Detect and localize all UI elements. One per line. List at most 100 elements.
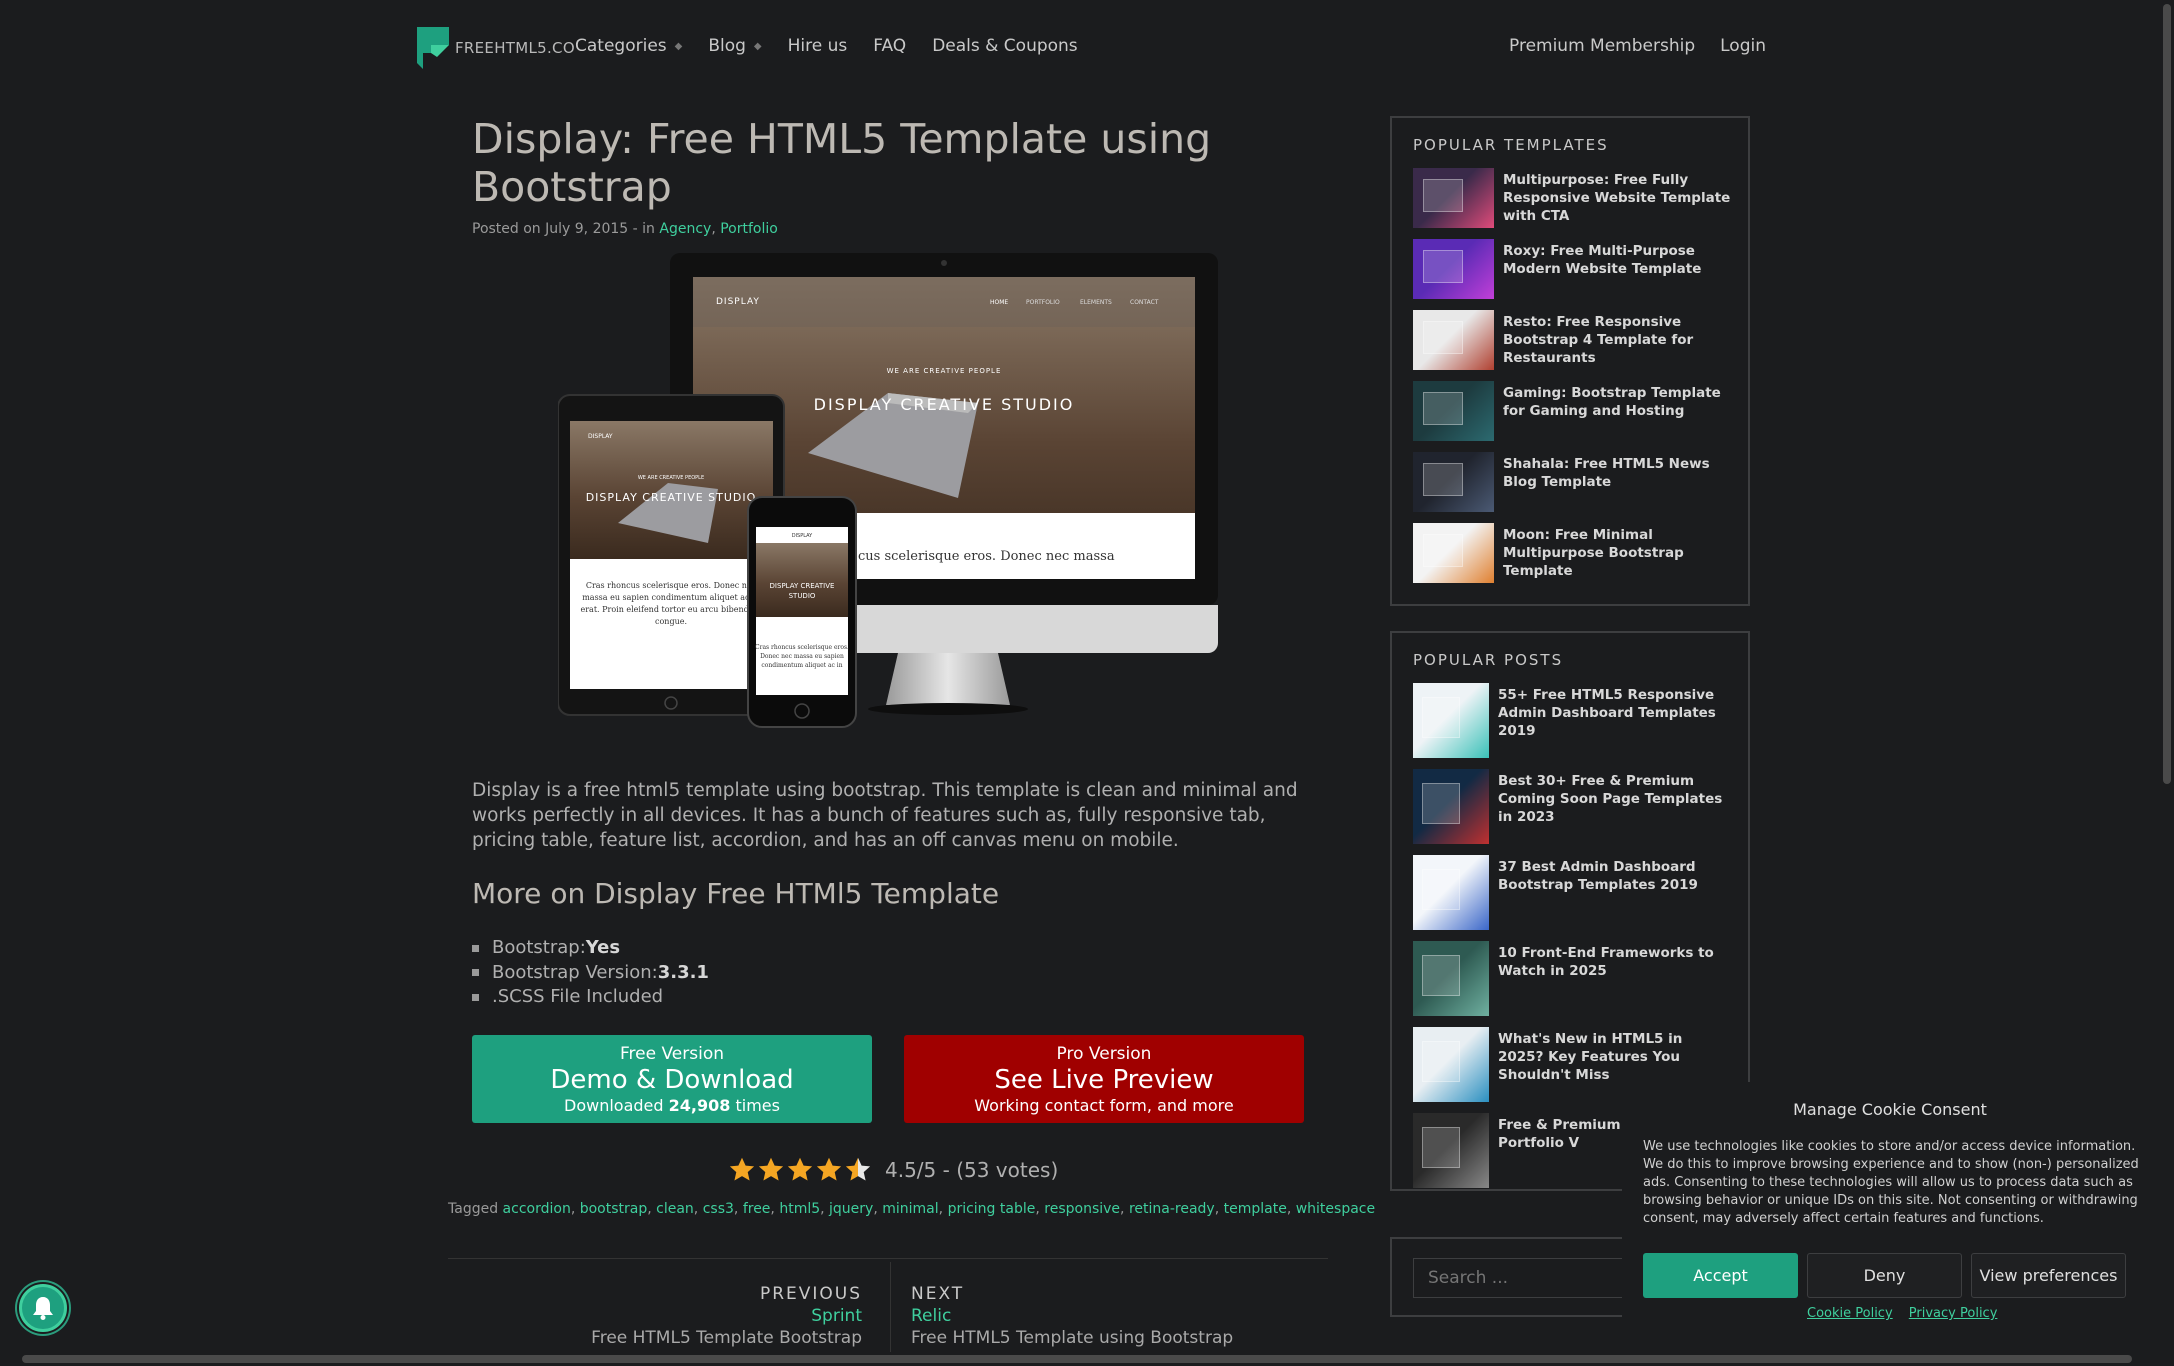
nav-blog[interactable]: Blog ◆ bbox=[708, 36, 761, 56]
star-icon[interactable] bbox=[814, 1156, 844, 1184]
item-title[interactable]: 37 Best Admin Dashboard Bootstrap Templa… bbox=[1498, 858, 1726, 930]
divider bbox=[448, 1258, 1328, 1259]
svg-text:PORTFOLIO: PORTFOLIO bbox=[1026, 299, 1060, 306]
download-count: Downloaded 24,908 times bbox=[564, 1096, 780, 1115]
thumbnail-image[interactable] bbox=[1413, 523, 1494, 583]
site-logo[interactable]: FREEHTML5.CO bbox=[417, 27, 575, 69]
thumbnail-image[interactable] bbox=[1413, 769, 1489, 844]
privacy-policy-link[interactable]: Privacy Policy bbox=[1909, 1306, 1998, 1321]
horizontal-scrollbar[interactable] bbox=[0, 1352, 2160, 1366]
button-caption: Pro Version bbox=[1056, 1044, 1152, 1064]
post-meta: Posted on July 9, 2015 - in Agency, Port… bbox=[472, 221, 1312, 237]
list-item[interactable]: Gaming: Bootstrap Template for Gaming an… bbox=[1413, 381, 1731, 441]
list-item[interactable]: 55+ Free HTML5 Responsive Admin Dashboar… bbox=[1413, 683, 1726, 758]
next-post[interactable]: NEXT Relic Free HTML5 Template using Boo… bbox=[911, 1284, 1233, 1348]
list-item[interactable]: 10 Front-End Frameworks to Watch in 2025 bbox=[1413, 941, 1726, 1016]
tag-link[interactable]: template bbox=[1224, 1201, 1287, 1217]
star-rating: 4.5/5 - (53 votes) bbox=[727, 1156, 1058, 1184]
list-item: Bootstrap Version: 3.3.1 bbox=[472, 961, 709, 986]
article-header: Display: Free HTML5 Template using Boots… bbox=[472, 115, 1312, 237]
thumbnail-image[interactable] bbox=[1413, 168, 1494, 228]
tag-link[interactable]: minimal bbox=[882, 1201, 938, 1217]
hero-brand: DISPLAY bbox=[716, 297, 760, 307]
list-item[interactable]: Shahala: Free HTML5 News Blog Template bbox=[1413, 452, 1731, 512]
popular-templates-widget: POPULAR TEMPLATES Multipurpose: Free Ful… bbox=[1390, 116, 1750, 606]
tag-link[interactable]: html5 bbox=[779, 1201, 820, 1217]
vertical-scrollbar[interactable] bbox=[2160, 0, 2174, 1366]
thumbnail-image[interactable] bbox=[1413, 941, 1489, 1016]
svg-text:WE ARE CREATIVE PEOPLE: WE ARE CREATIVE PEOPLE bbox=[638, 475, 704, 481]
item-title[interactable]: Gaming: Bootstrap Template for Gaming an… bbox=[1503, 384, 1731, 441]
deny-button[interactable]: Deny bbox=[1807, 1253, 1962, 1298]
tag-link[interactable]: free bbox=[743, 1201, 771, 1217]
tag-link[interactable]: retina-ready bbox=[1129, 1201, 1215, 1217]
category-link-agency[interactable]: Agency bbox=[659, 221, 711, 237]
item-title[interactable]: Moon: Free Minimal Multipurpose Bootstra… bbox=[1503, 526, 1731, 583]
tag-link[interactable]: whitespace bbox=[1296, 1201, 1375, 1217]
thumbnail-image[interactable] bbox=[1413, 855, 1489, 930]
nav-categories[interactable]: Categories ◆ bbox=[575, 36, 682, 56]
list-item[interactable]: 37 Best Admin Dashboard Bootstrap Templa… bbox=[1413, 855, 1726, 930]
nav-faq[interactable]: FAQ bbox=[873, 36, 906, 56]
post-nav-separator bbox=[890, 1262, 891, 1362]
list-item[interactable]: Roxy: Free Multi-Purpose Modern Website … bbox=[1413, 239, 1731, 299]
list-item[interactable]: Moon: Free Minimal Multipurpose Bootstra… bbox=[1413, 523, 1731, 583]
thumbnail-image[interactable] bbox=[1413, 452, 1494, 512]
scrollbar-thumb[interactable] bbox=[2163, 4, 2171, 784]
button-label: Demo & Download bbox=[550, 1065, 794, 1095]
item-title[interactable]: 10 Front-End Frameworks to Watch in 2025 bbox=[1498, 944, 1726, 1016]
nav-deals[interactable]: Deals & Coupons bbox=[932, 36, 1077, 56]
svg-text:ELEMENTS: ELEMENTS bbox=[1080, 299, 1112, 306]
svg-text:erat. Proin eleifend tortor eu: erat. Proin eleifend tortor eu arcu bibe… bbox=[580, 605, 761, 614]
list-item[interactable]: Multipurpose: Free Fully Responsive Webs… bbox=[1413, 168, 1731, 228]
list-item[interactable]: Best 30+ Free & Premium Coming Soon Page… bbox=[1413, 769, 1726, 844]
tag-link[interactable]: css3 bbox=[703, 1201, 734, 1217]
item-title[interactable]: Multipurpose: Free Fully Responsive Webs… bbox=[1503, 171, 1731, 228]
item-title[interactable]: Best 30+ Free & Premium Coming Soon Page… bbox=[1498, 772, 1726, 844]
thumbnail-image[interactable] bbox=[1413, 1027, 1489, 1102]
list-item[interactable]: Resto: Free Responsive Bootstrap 4 Templ… bbox=[1413, 310, 1731, 370]
prev-link[interactable]: Sprint bbox=[591, 1306, 862, 1326]
tag-link[interactable]: accordion bbox=[503, 1201, 571, 1217]
tag-link[interactable]: bootstrap bbox=[580, 1201, 648, 1217]
scrollbar-thumb[interactable] bbox=[22, 1355, 2132, 1363]
svg-text:Cras rhoncus scelerisque eros.: Cras rhoncus scelerisque eros. bbox=[755, 644, 849, 651]
previous-post[interactable]: PREVIOUS Sprint Free HTML5 Template Boot… bbox=[591, 1284, 862, 1348]
thumbnail-image[interactable] bbox=[1413, 310, 1494, 370]
tag-link[interactable]: pricing table bbox=[948, 1201, 1036, 1217]
post-date: Posted on July 9, 2015 - in bbox=[472, 221, 655, 237]
tag-link[interactable]: clean bbox=[656, 1201, 694, 1217]
star-icon[interactable] bbox=[756, 1156, 786, 1184]
next-label: NEXT bbox=[911, 1284, 965, 1304]
thumbnail-image[interactable] bbox=[1413, 239, 1494, 299]
cookie-policy-link[interactable]: Cookie Policy bbox=[1807, 1306, 1893, 1321]
thumbnail-image[interactable] bbox=[1413, 683, 1489, 758]
thumbnail-image[interactable] bbox=[1413, 1113, 1489, 1188]
nav-hire-us[interactable]: Hire us bbox=[788, 36, 848, 56]
item-title[interactable]: Resto: Free Responsive Bootstrap 4 Templ… bbox=[1503, 313, 1731, 370]
star-icon[interactable] bbox=[785, 1156, 815, 1184]
tag-link[interactable]: jquery bbox=[829, 1201, 873, 1217]
accept-button[interactable]: Accept bbox=[1643, 1253, 1798, 1298]
item-title[interactable]: Roxy: Free Multi-Purpose Modern Website … bbox=[1503, 242, 1731, 299]
thumbnail-image[interactable] bbox=[1413, 381, 1494, 441]
notification-bell-icon[interactable] bbox=[19, 1284, 67, 1332]
hero-snippet: cus scelerisque eros. Donec nec massa bbox=[858, 549, 1115, 564]
star-icon[interactable] bbox=[843, 1156, 873, 1184]
demo-download-button[interactable]: Free Version Demo & Download Downloaded … bbox=[472, 1035, 872, 1123]
nav-label: Categories bbox=[575, 36, 667, 56]
caret-icon: ◆ bbox=[674, 40, 683, 52]
category-link-portfolio[interactable]: Portfolio bbox=[720, 221, 778, 237]
view-preferences-button[interactable]: View preferences bbox=[1971, 1253, 2126, 1298]
live-preview-button[interactable]: Pro Version See Live Preview Working con… bbox=[904, 1035, 1304, 1123]
star-icon[interactable] bbox=[727, 1156, 757, 1184]
item-title[interactable]: Shahala: Free HTML5 News Blog Template bbox=[1503, 455, 1731, 512]
nav-premium[interactable]: Premium Membership bbox=[1509, 36, 1695, 56]
nav-login[interactable]: Login bbox=[1720, 36, 1766, 56]
button-label: See Live Preview bbox=[994, 1065, 1214, 1095]
svg-text:DISPLAY: DISPLAY bbox=[588, 433, 613, 440]
next-link[interactable]: Relic bbox=[911, 1306, 1233, 1326]
rating-text: 4.5/5 - (53 votes) bbox=[885, 1158, 1059, 1182]
tag-link[interactable]: responsive bbox=[1044, 1201, 1120, 1217]
item-title[interactable]: 55+ Free HTML5 Responsive Admin Dashboar… bbox=[1498, 686, 1726, 758]
